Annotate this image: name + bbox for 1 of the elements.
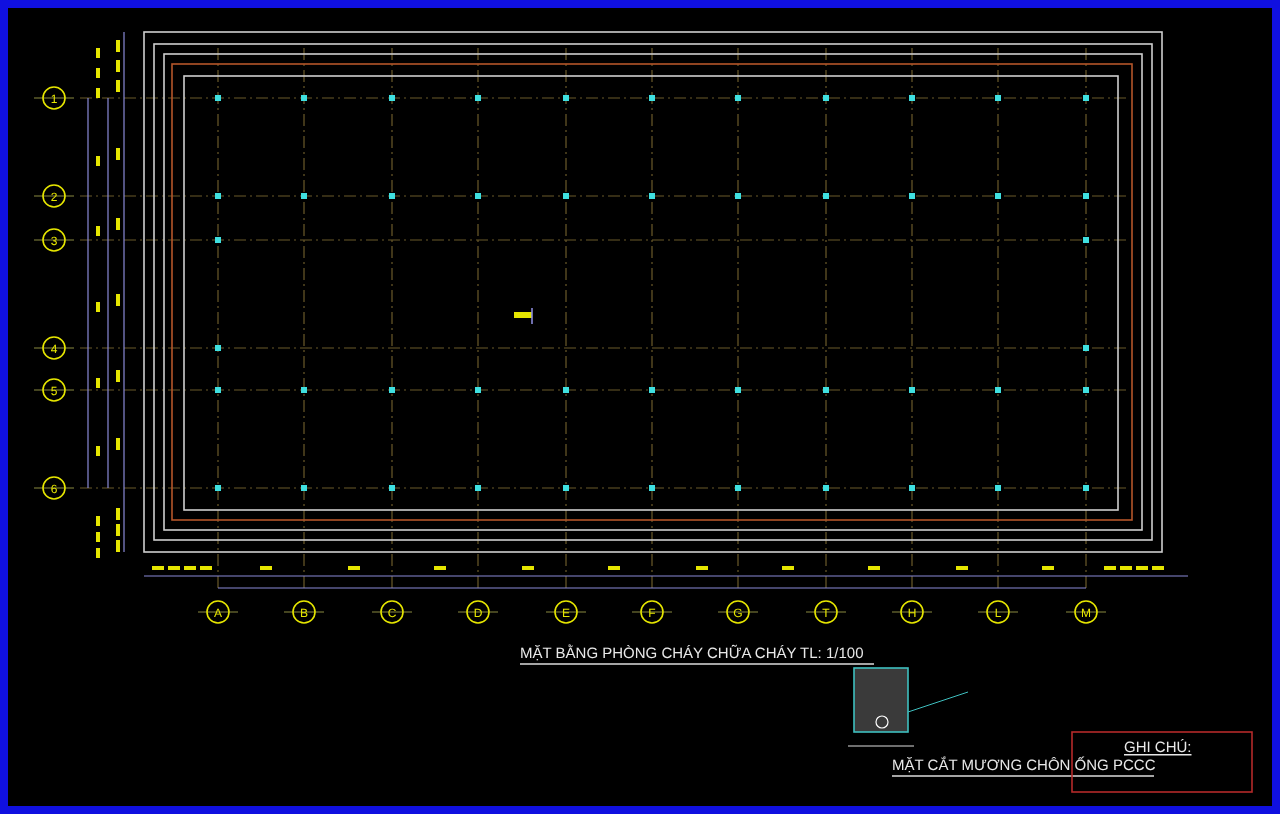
level-marker-icon	[514, 307, 533, 325]
